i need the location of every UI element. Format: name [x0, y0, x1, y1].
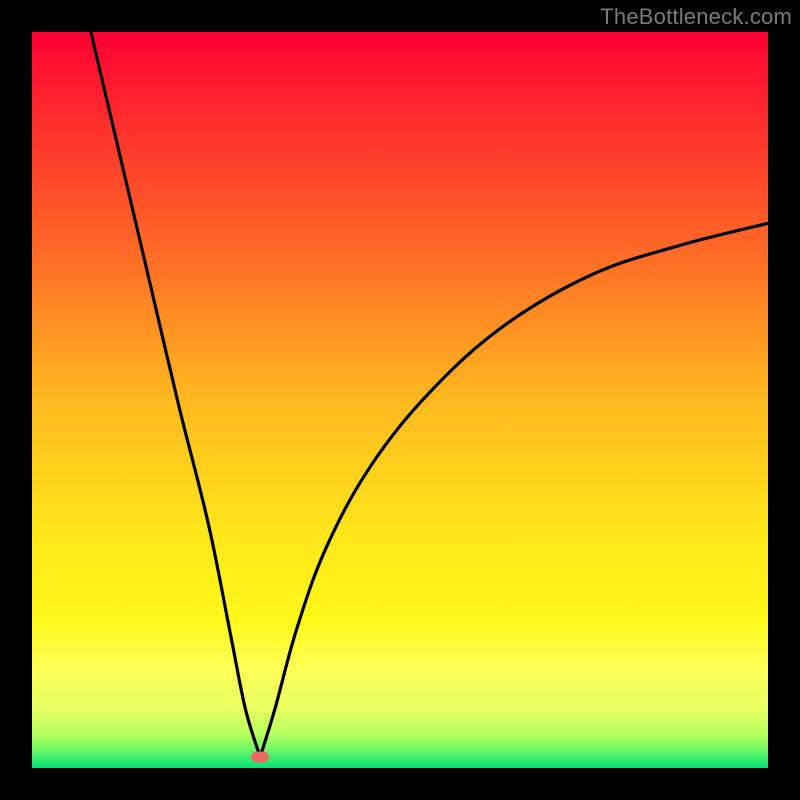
watermark-text: TheBottleneck.com — [600, 4, 792, 30]
chart-frame: TheBottleneck.com — [0, 0, 800, 800]
plot-area — [32, 32, 768, 768]
minimum-marker — [251, 751, 269, 762]
bottleneck-curve — [32, 32, 768, 768]
